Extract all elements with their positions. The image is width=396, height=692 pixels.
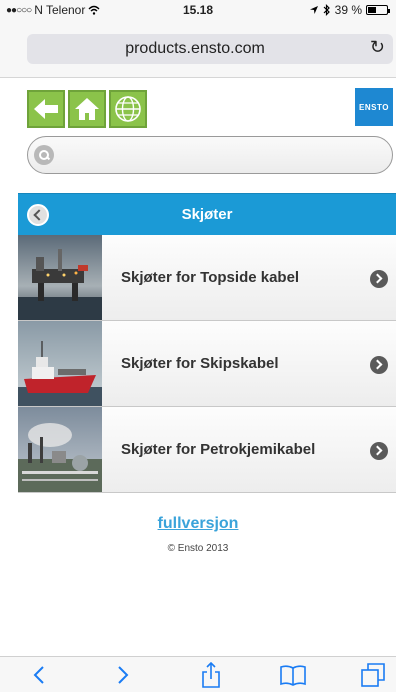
product-list: Skjøter for Topside kabel Skjøter for Sk… bbox=[18, 235, 396, 493]
browser-toolbar bbox=[0, 656, 396, 692]
tabs-button[interactable] bbox=[358, 661, 388, 689]
share-button[interactable] bbox=[196, 661, 226, 689]
ensto-logo[interactable]: ENSTO bbox=[355, 88, 393, 126]
copyright-text: © Ensto 2013 bbox=[167, 543, 229, 554]
arrow-left-icon bbox=[34, 99, 58, 119]
bluetooth-icon bbox=[323, 4, 330, 16]
language-button[interactable] bbox=[109, 90, 147, 128]
chevron-right-icon bbox=[370, 356, 388, 374]
browser-forward-button[interactable] bbox=[108, 661, 138, 689]
product-label: Skjøter for Petrokjemikabel bbox=[121, 441, 316, 458]
product-thumbnail bbox=[18, 235, 102, 320]
tabs-icon bbox=[361, 663, 385, 687]
status-bar: ●●○○○ N Telenor 15.18 39 % bbox=[0, 0, 396, 20]
chevron-right-icon bbox=[118, 666, 129, 684]
search-box[interactable] bbox=[27, 136, 393, 174]
product-label: Skjøter for Skipskabel bbox=[121, 355, 279, 372]
search-input[interactable] bbox=[60, 137, 382, 173]
search-icon bbox=[34, 145, 54, 165]
list-item[interactable]: Skjøter for Topside kabel bbox=[18, 235, 396, 321]
reload-icon[interactable]: ↻ bbox=[370, 37, 385, 58]
globe-icon bbox=[115, 96, 141, 122]
address-bar[interactable]: products.ensto.com ↻ bbox=[27, 34, 393, 64]
location-icon bbox=[309, 6, 318, 14]
battery-icon bbox=[366, 5, 390, 15]
product-thumbnail bbox=[18, 407, 102, 492]
chevron-left-icon bbox=[33, 666, 44, 684]
chevron-right-icon bbox=[370, 442, 388, 460]
oil-rig-photo bbox=[18, 235, 102, 320]
product-thumbnail bbox=[18, 321, 102, 406]
section-title: Skjøter bbox=[181, 206, 233, 223]
site-nav bbox=[27, 90, 147, 128]
book-icon bbox=[280, 665, 306, 686]
share-icon bbox=[202, 662, 220, 688]
chevron-right-icon bbox=[370, 270, 388, 288]
back-arrow-button[interactable] bbox=[27, 90, 65, 128]
product-label: Skjøter for Topside kabel bbox=[121, 269, 300, 286]
home-button[interactable] bbox=[68, 90, 106, 128]
full-version-link[interactable]: fullversjon bbox=[0, 515, 396, 533]
battery-percent: 39 % bbox=[334, 3, 362, 17]
home-icon bbox=[75, 98, 99, 120]
url-text[interactable]: products.ensto.com bbox=[27, 40, 363, 58]
browser-address-area: products.ensto.com ↻ bbox=[0, 20, 396, 78]
bookmarks-button[interactable] bbox=[276, 661, 310, 689]
list-item[interactable]: Skjøter for Skipskabel bbox=[18, 321, 396, 407]
list-item[interactable]: Skjøter for Petrokjemikabel bbox=[18, 407, 396, 493]
browser-back-button[interactable] bbox=[24, 661, 54, 689]
section-header: Skjøter bbox=[18, 193, 396, 235]
ship-photo bbox=[18, 321, 102, 406]
refinery-photo bbox=[18, 407, 102, 492]
